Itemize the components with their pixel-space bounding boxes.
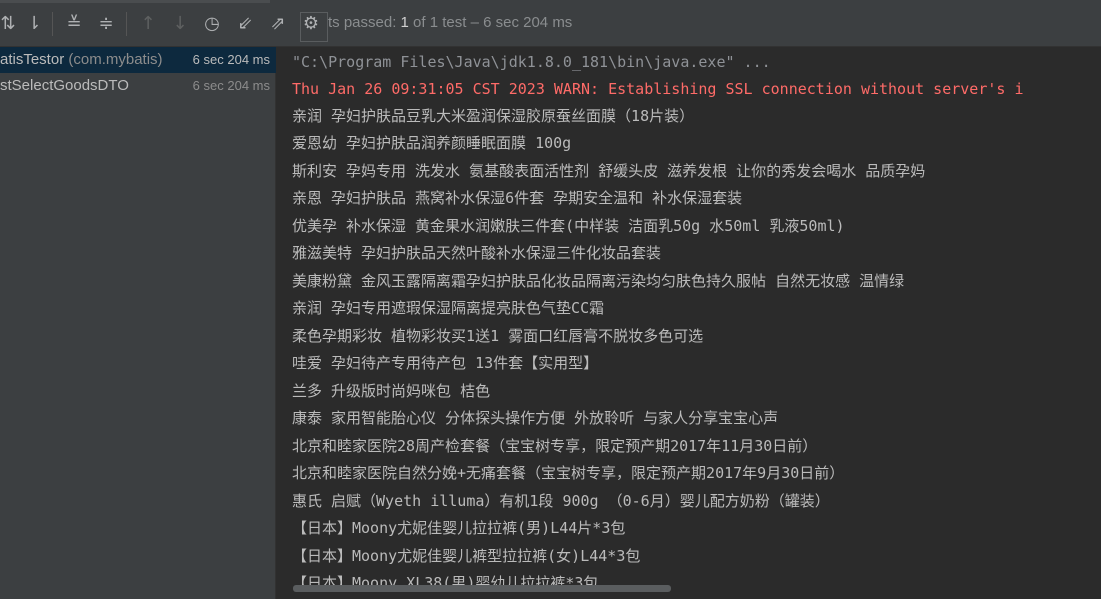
- console-output[interactable]: "C:\Program Files\Java\jdk1.8.0_181\bin\…: [277, 47, 1101, 599]
- toolbar-separator: [52, 12, 53, 36]
- tree-item-test-class[interactable]: atisTestor (com.mybatis) 6 sec 204 ms: [0, 47, 276, 73]
- console-line: 柔色孕期彩妆 植物彩妆买1送1 雾面口红唇膏不脱妆多色可选: [292, 327, 704, 345]
- horizontal-scrollbar[interactable]: [293, 585, 671, 592]
- console-line: 【日本】Moony尤妮佳婴儿拉拉裤(男)L44片*3包: [292, 519, 626, 537]
- tree-item-duration: 6 sec 204 ms: [192, 78, 270, 93]
- console-line: 北京和睦家医院28周产检套餐（宝宝树专享，限定预产期2017年11月30日前）: [292, 437, 818, 455]
- console-line: 斯利安 孕妈专用 洗发水 氨基酸表面活性剂 舒缓头皮 滋养发根 让你的秀发会喝水…: [292, 162, 926, 180]
- status-suffix: of 1 test – 6 sec 204 ms: [408, 14, 573, 31]
- toolbar-separator: [126, 12, 127, 36]
- console-line: 惠氏 启赋（Wyeth illuma）有机1段 900g （0-6月）婴儿配方奶…: [292, 492, 830, 510]
- console-line: 【日本】Moony尤妮佳婴儿裤型拉拉裤(女)L44*3包: [292, 547, 641, 565]
- expand-all-icon[interactable]: ≚: [62, 12, 86, 36]
- tree-item-name: atisTestor (com.mybatis): [0, 51, 163, 68]
- test-tree: atisTestor (com.mybatis) 6 sec 204 ms st…: [0, 47, 276, 599]
- test-runner-toolbar: ⇅ ⇂ ≚ ≑ ↑ ↓ ◷ ⇙ ⇗ ⚙ ts passed: 1 of 1 te…: [0, 0, 1101, 47]
- test-status-text: ts passed: 1 of 1 test – 6 sec 204 ms: [328, 14, 572, 31]
- console-line: 雅滋美特 孕妇护肤品天然叶酸补水保湿三件化妆品套装: [292, 244, 662, 262]
- tree-item-test-method[interactable]: stSelectGoodsDTO 6 sec 204 ms: [0, 73, 276, 99]
- status-prefix: ts passed:: [328, 14, 401, 31]
- console-line: 哇爱 孕妇待产专用待产包 13件套【实用型】: [292, 354, 599, 372]
- toolbar-accent: [0, 0, 270, 3]
- console-command-line: "C:\Program Files\Java\jdk1.8.0_181\bin\…: [292, 53, 771, 71]
- console-line: 北京和睦家医院自然分娩+无痛套餐（宝宝树专享，限定预产期2017年9月30日前）: [292, 464, 845, 482]
- arrow-down-icon[interactable]: ↓: [168, 12, 192, 36]
- tree-item-duration: 6 sec 204 ms: [192, 52, 270, 67]
- console-line: 美康粉黛 金风玉露隔离霜孕妇护肤品化妆品隔离污染均匀肤色持久服帖 自然无妆感 温…: [292, 272, 905, 290]
- console-line: 兰多 升级版时尚妈咪包 桔色: [292, 382, 491, 400]
- console-line: 爱恩幼 孕妇护肤品润养颜睡眠面膜 100g: [292, 134, 572, 152]
- console-line: 优美孕 补水保湿 黄金果水润嫩肤三件套(中样装 洁面乳50g 水50ml 乳液5…: [292, 217, 845, 235]
- passed-count: 1: [400, 14, 409, 31]
- console-warning-line: Thu Jan 26 09:31:05 CST 2023 WARN: Estab…: [292, 80, 1024, 98]
- console-line: 亲润 孕妇专用遮瑕保湿隔离提亮肤色气垫CC霜: [292, 299, 605, 317]
- settings-icon[interactable]: ⚙: [299, 12, 323, 36]
- console-line: 亲恩 孕妇护肤品 燕窝补水保湿6件套 孕期安全温和 补水保湿套装: [292, 189, 743, 207]
- sort-alpha-icon[interactable]: ⇅: [0, 12, 20, 36]
- export-tests-icon[interactable]: ⇗: [266, 12, 290, 36]
- console-line: 康泰 家用智能胎心仪 分体探头操作方便 外放聆听 与家人分享宝宝心声: [292, 409, 779, 427]
- collapse-all-icon[interactable]: ≑: [94, 12, 118, 36]
- import-tests-icon[interactable]: ⇙: [233, 12, 257, 36]
- test-history-icon[interactable]: ◷: [200, 12, 224, 36]
- tree-item-name: stSelectGoodsDTO: [0, 77, 129, 94]
- sort-duration-icon[interactable]: ⇂: [22, 12, 46, 36]
- console-line: 亲润 孕妇护肤品豆乳大米盈润保湿胶原蚕丝面膜（18片装）: [292, 107, 695, 125]
- arrow-up-icon[interactable]: ↑: [136, 12, 160, 36]
